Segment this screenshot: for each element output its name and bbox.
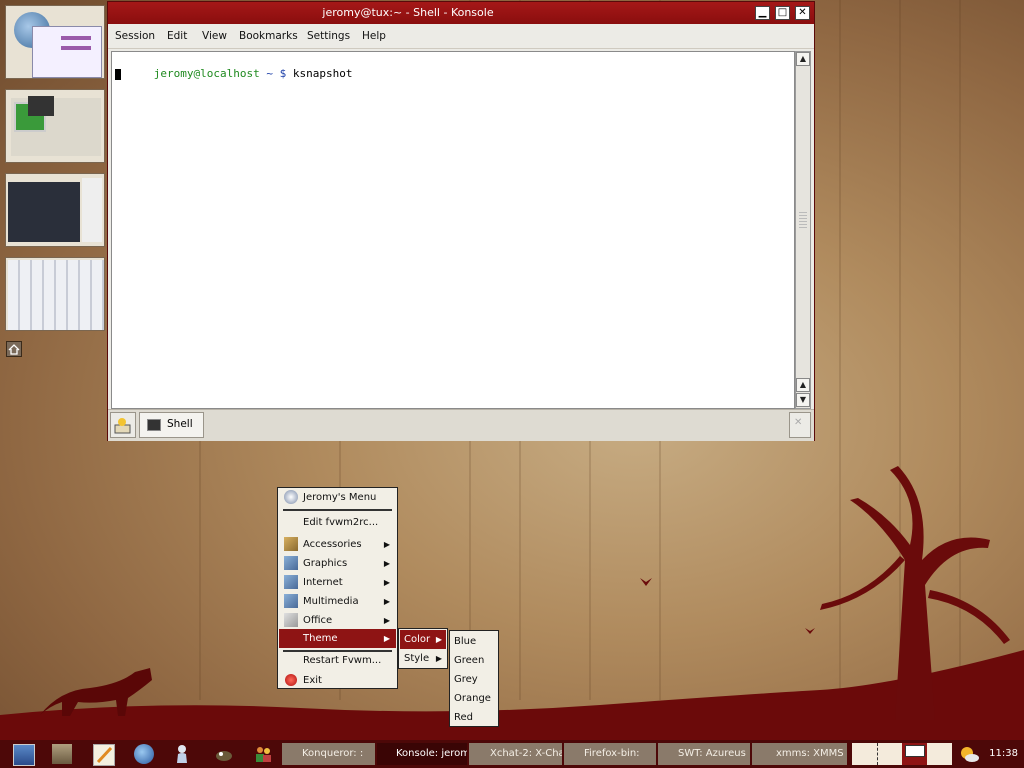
tab-shell-label: Shell — [167, 418, 193, 430]
taskbar: Konqueror: : Konsole: jeromy Xchat-2: X-… — [0, 740, 1024, 768]
theme-submenu: Color ▶ Style ▶ — [398, 628, 448, 669]
color-option-green[interactable]: Green — [454, 651, 484, 670]
mini-pager-desk-3[interactable] — [902, 743, 927, 765]
new-session-icon — [114, 418, 131, 434]
maximize-button[interactable]: □ — [775, 6, 790, 20]
menu-title: Jeromy's Menu — [279, 488, 396, 507]
weather-icon[interactable] — [958, 744, 980, 764]
home-icon[interactable] — [6, 341, 22, 357]
menu-separator — [283, 509, 392, 511]
task-xchat[interactable]: Xchat-2: X-Chat — [469, 743, 562, 765]
mini-pager — [852, 743, 952, 765]
new-session-button[interactable] — [110, 412, 136, 438]
menu-item-internet[interactable]: Internet ▶ — [279, 573, 396, 592]
chat-icon[interactable] — [173, 744, 193, 764]
mini-pager-desk-4[interactable] — [927, 743, 952, 765]
desk-page-4[interactable] — [5, 257, 105, 331]
folder-icon — [284, 594, 298, 608]
menu-item-theme[interactable]: Theme ▶ — [279, 629, 396, 648]
color-submenu: Blue Green Grey Orange Red — [449, 630, 499, 727]
menu-logo-icon — [284, 490, 298, 504]
scroll-up-top-icon[interactable]: ▲ — [796, 52, 810, 66]
menu-bookmarks[interactable]: Bookmarks — [239, 24, 298, 48]
submenu-item-color[interactable]: Color ▶ — [400, 630, 446, 649]
tab-bar: Shell ✕ — [108, 409, 814, 441]
terminal-cursor — [115, 69, 121, 80]
folder-icon — [284, 537, 298, 551]
close-session-button[interactable]: ✕ — [789, 412, 811, 438]
fvwm-root-menu: Jeromy's Menu Edit fvwm2rc... Accessorie… — [277, 487, 398, 689]
menu-session[interactable]: Session — [115, 24, 155, 48]
scroll-grip-icon[interactable] — [799, 212, 807, 230]
menu-item-edit-fvwm2rc[interactable]: Edit fvwm2rc... — [279, 513, 396, 532]
terminal-icon — [147, 419, 161, 431]
task-konqueror[interactable]: Konqueror: : — [282, 743, 375, 765]
color-option-orange[interactable]: Orange — [454, 689, 491, 708]
close-button[interactable]: ✕ — [795, 6, 810, 20]
task-firefox[interactable]: Firefox-bin: — [564, 743, 656, 765]
desk-page-1[interactable] — [5, 5, 105, 79]
prompt-dir: ~ — [266, 67, 273, 80]
prompt-symbol: $ — [279, 67, 287, 80]
gimp-icon[interactable] — [214, 744, 234, 764]
terminal-line: jeromy@localhost ~ $ ksnapshot — [114, 54, 353, 93]
menu-edit[interactable]: Edit — [167, 24, 187, 48]
tab-shell[interactable]: Shell — [139, 412, 204, 438]
scroll-up-icon[interactable]: ▲ — [796, 378, 810, 392]
menu-item-accessories[interactable]: Accessories ▶ — [279, 535, 396, 554]
text-editor-icon[interactable] — [93, 744, 115, 766]
terminal-area[interactable]: jeromy@localhost ~ $ ksnapshot — [111, 51, 795, 409]
mini-pager-desk-2[interactable] — [877, 743, 903, 765]
menu-settings[interactable]: Settings — [307, 24, 350, 48]
minimize-button[interactable]: ▁ — [755, 6, 770, 20]
menu-help[interactable]: Help — [362, 24, 386, 48]
clock[interactable]: 11:38 — [978, 743, 1018, 765]
folder-icon — [284, 556, 298, 570]
window-title: jeromy@tux:~ - Shell - Konsole — [322, 6, 494, 19]
scroll-down-icon[interactable]: ▼ — [796, 393, 810, 407]
menu-item-multimedia[interactable]: Multimedia ▶ — [279, 592, 396, 611]
submenu-item-style[interactable]: Style ▶ — [400, 649, 446, 668]
menu-view[interactable]: View — [202, 24, 227, 48]
color-option-blue[interactable]: Blue — [454, 632, 476, 651]
task-azureus[interactable]: SWT: Azureus — [658, 743, 750, 765]
task-xmms[interactable]: xmms: XMMS — [752, 743, 847, 765]
menu-item-graphics[interactable]: Graphics ▶ — [279, 554, 396, 573]
terminal-command: ksnapshot — [292, 67, 353, 80]
menu-item-exit[interactable]: Exit — [279, 671, 396, 690]
file-manager-icon[interactable] — [52, 744, 72, 764]
window-titlebar[interactable]: jeromy@tux:~ - Shell - Konsole ▁ □ ✕ — [108, 2, 814, 24]
monitor-icon[interactable] — [13, 744, 35, 766]
color-option-grey[interactable]: Grey — [454, 670, 478, 689]
desk-page-2[interactable] — [5, 89, 105, 163]
color-option-red[interactable]: Red — [454, 708, 473, 727]
menu-item-office[interactable]: Office ▶ — [279, 611, 396, 630]
desk-page-3[interactable] — [5, 173, 105, 247]
firefox-icon[interactable] — [134, 744, 154, 764]
power-icon — [285, 674, 297, 686]
close-session-icon: ✕ — [794, 417, 803, 428]
task-konsole[interactable]: Konsole: jeromy — [377, 743, 467, 765]
folder-icon — [284, 613, 298, 627]
prompt-user: jeromy@localhost — [153, 67, 260, 80]
menu-bar: Session Edit View Bookmarks Settings Hel… — [108, 24, 814, 49]
konsole-window: jeromy@tux:~ - Shell - Konsole ▁ □ ✕ Ses… — [107, 1, 815, 441]
scrollbar[interactable]: ▲ ▲ ▼ — [795, 51, 811, 409]
folder-icon — [284, 575, 298, 589]
menu-item-restart-fvwm[interactable]: Restart Fvwm... — [279, 651, 396, 670]
mini-pager-desk-1[interactable] — [852, 743, 878, 765]
users-icon[interactable] — [253, 744, 273, 764]
